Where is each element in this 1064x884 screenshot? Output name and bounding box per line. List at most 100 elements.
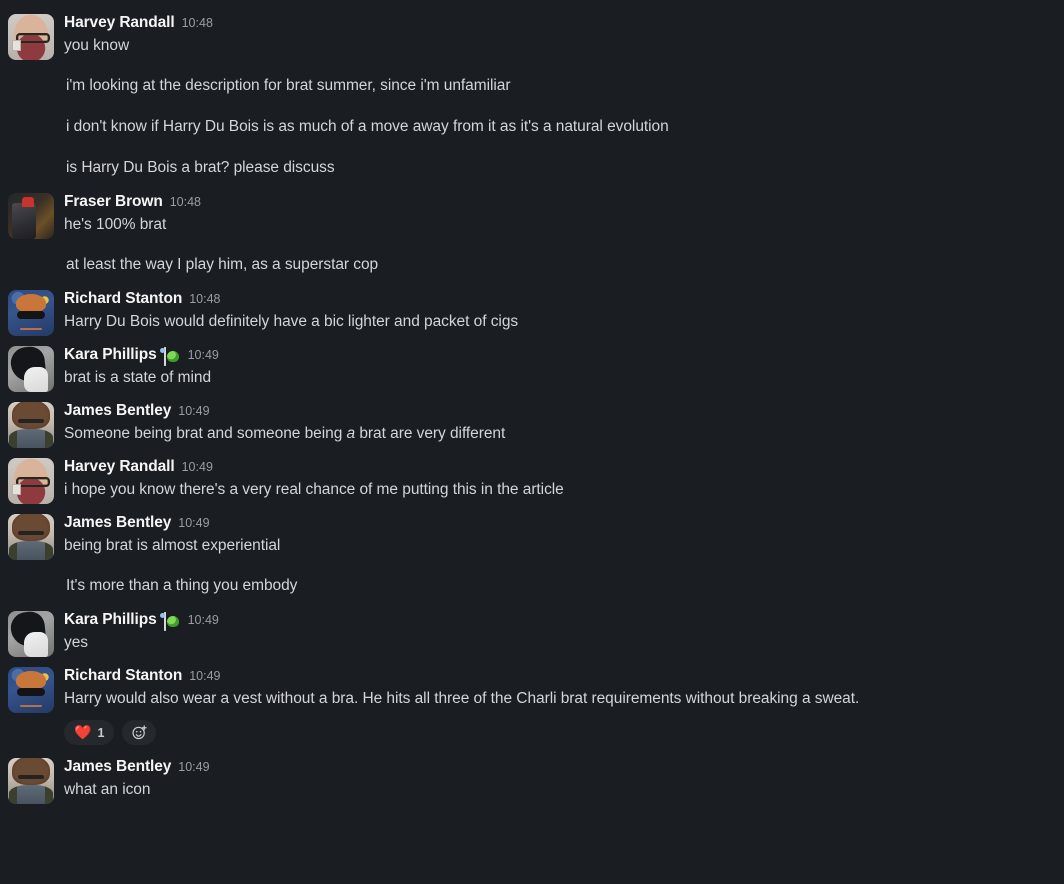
message-header: James Bentley 10:49 bbox=[64, 512, 1048, 534]
richard-stanton-avatar[interactable] bbox=[8, 667, 54, 713]
message-header: Harvey Randall 10:48 bbox=[64, 12, 1048, 34]
message-header: James Bentley 10:49 bbox=[64, 400, 1048, 422]
message-header: Richard Stanton 10:49 bbox=[64, 665, 1048, 687]
message-body: Kara Phillips 10:49 yes bbox=[64, 609, 1064, 660]
heart-icon: ❤️ bbox=[74, 723, 92, 740]
message-group: James Bentley 10:49 being brat is almost e… bbox=[0, 507, 1064, 563]
message-author[interactable]: Harvey Randall bbox=[64, 12, 175, 34]
message-author[interactable]: James Bentley bbox=[64, 756, 171, 778]
message-text: yes bbox=[64, 634, 88, 651]
message-text: Harry would also wear a vest without a b… bbox=[64, 690, 860, 707]
message-body: Kara Phillips 10:49 brat is a state of min… bbox=[64, 344, 1064, 395]
avatar-column bbox=[0, 12, 64, 60]
message-body: James Bentley 10:49 being brat is almost e… bbox=[64, 512, 1064, 563]
message-body: Harvey Randall 10:48 you know bbox=[64, 12, 1064, 63]
message-body: James Bentley 10:49 what an icon bbox=[64, 756, 1064, 807]
message-text: is Harry Du Bois a brat? please discuss bbox=[66, 159, 335, 176]
avatar-spacer bbox=[0, 568, 64, 570]
kara-phillips-avatar[interactable] bbox=[8, 346, 54, 392]
message-header: Fraser Brown 10:48 bbox=[64, 191, 1048, 213]
message-timestamp[interactable]: 10:48 bbox=[170, 191, 201, 213]
message-group: Fraser Brown 10:48 he's 100% brat bbox=[0, 186, 1064, 242]
reaction-bar: ❤️ 1 bbox=[64, 716, 1048, 751]
message-group: Harvey Randall 10:48 you know bbox=[0, 7, 1064, 63]
message-author[interactable]: Kara Phillips bbox=[64, 344, 157, 366]
message-header: Kara Phillips 10:49 bbox=[64, 609, 1048, 631]
message-body: Fraser Brown 10:48 he's 100% brat bbox=[64, 191, 1064, 242]
message-text: It's more than a thing you embody bbox=[66, 577, 298, 594]
avatar-column bbox=[0, 288, 64, 336]
status-emoji-glyph bbox=[163, 612, 166, 631]
message-header: James Bentley 10:49 bbox=[64, 756, 1048, 778]
message-author[interactable]: James Bentley bbox=[64, 400, 171, 422]
message-header: Harvey Randall 10:49 bbox=[64, 456, 1048, 478]
green-creature-status-emoji[interactable] bbox=[163, 611, 181, 631]
green-creature-status-emoji[interactable] bbox=[163, 346, 181, 366]
message-body: is Harry Du Bois a brat? please discuss bbox=[64, 150, 1064, 186]
message-author[interactable]: Harvey Randall bbox=[64, 456, 175, 478]
kara-phillips-avatar[interactable] bbox=[8, 611, 54, 657]
james-bentley-avatar[interactable] bbox=[8, 514, 54, 560]
message-timestamp[interactable]: 10:49 bbox=[178, 400, 209, 422]
message-text: brat is a state of mind bbox=[64, 369, 212, 386]
message-group: Kara Phillips 10:49 brat is a state of min… bbox=[0, 339, 1064, 395]
message-author[interactable]: Kara Phillips bbox=[64, 609, 157, 631]
message-continuation: i don't know if Harry Du Bois is as much… bbox=[0, 104, 1064, 145]
message-body: Richard Stanton 10:48 Harry Du Bois would … bbox=[64, 288, 1064, 339]
message-text: i hope you know there's a very real chan… bbox=[64, 481, 564, 498]
glasses-detail bbox=[18, 774, 44, 780]
message-body: Harvey Randall 10:49 i hope you know there… bbox=[64, 456, 1064, 507]
avatar-column bbox=[0, 756, 64, 804]
status-emoji-glyph bbox=[163, 347, 166, 366]
message-group: Richard Stanton 10:49 Harry would also wea… bbox=[0, 660, 1064, 751]
message-text: at least the way I play him, as a supers… bbox=[66, 256, 379, 273]
avatar-spacer bbox=[0, 68, 64, 70]
message-group: James Bentley 10:49 what an icon bbox=[0, 751, 1064, 807]
message-body: James Bentley 10:49 Someone being brat and… bbox=[64, 400, 1064, 451]
message-continuation: It's more than a thing you embody bbox=[0, 563, 1064, 604]
glasses-detail bbox=[18, 530, 44, 536]
message-group: Harvey Randall 10:49 i hope you know there… bbox=[0, 451, 1064, 507]
message-timestamp[interactable]: 10:49 bbox=[188, 344, 219, 366]
message-body: It's more than a thing you embody bbox=[64, 568, 1064, 604]
heart-reaction[interactable]: ❤️ 1 bbox=[64, 720, 115, 745]
harvey-randall-avatar[interactable] bbox=[8, 14, 54, 60]
message-list: Harvey Randall 10:48 you know i'm looking a… bbox=[0, 7, 1064, 884]
message-text: i don't know if Harry Du Bois is as much… bbox=[66, 118, 669, 135]
message-timestamp[interactable]: 10:48 bbox=[182, 12, 213, 34]
message-continuation: is Harry Du Bois a brat? please discuss bbox=[0, 145, 1064, 186]
message-timestamp[interactable]: 10:49 bbox=[178, 756, 209, 778]
message-author[interactable]: Richard Stanton bbox=[64, 288, 182, 310]
richard-stanton-avatar[interactable] bbox=[8, 290, 54, 336]
message-timestamp[interactable]: 10:49 bbox=[182, 456, 213, 478]
avatar-column bbox=[0, 456, 64, 504]
message-text: he's 100% brat bbox=[64, 216, 167, 233]
message-text: being brat is almost experiential bbox=[64, 537, 281, 554]
message-body: Richard Stanton 10:49 Harry would also wea… bbox=[64, 665, 1064, 751]
message-continuation: at least the way I play him, as a supers… bbox=[0, 242, 1064, 283]
message-text: Someone being brat and someone being a b… bbox=[64, 425, 506, 442]
message-group: Kara Phillips 10:49 yes bbox=[0, 604, 1064, 660]
avatar-spacer bbox=[0, 109, 64, 111]
add-reaction-icon[interactable] bbox=[122, 720, 157, 745]
message-timestamp[interactable]: 10:49 bbox=[178, 512, 209, 534]
message-group: Richard Stanton 10:48 Harry Du Bois would … bbox=[0, 283, 1064, 339]
avatar-column bbox=[0, 512, 64, 560]
message-text: you know bbox=[64, 37, 130, 54]
reaction-count: 1 bbox=[97, 725, 105, 740]
message-body: at least the way I play him, as a supers… bbox=[64, 247, 1064, 283]
avatar-column bbox=[0, 665, 64, 713]
message-author[interactable]: James Bentley bbox=[64, 512, 171, 534]
message-timestamp[interactable]: 10:48 bbox=[189, 288, 220, 310]
fraser-brown-avatar[interactable] bbox=[8, 193, 54, 239]
message-author[interactable]: Fraser Brown bbox=[64, 191, 163, 213]
james-bentley-avatar[interactable] bbox=[8, 402, 54, 448]
message-group: James Bentley 10:49 Someone being brat and… bbox=[0, 395, 1064, 451]
message-timestamp[interactable]: 10:49 bbox=[189, 665, 220, 687]
avatar-column bbox=[0, 400, 64, 448]
james-bentley-avatar[interactable] bbox=[8, 758, 54, 804]
message-author[interactable]: Richard Stanton bbox=[64, 665, 182, 687]
message-timestamp[interactable]: 10:49 bbox=[188, 609, 219, 631]
avatar-column bbox=[0, 344, 64, 392]
harvey-randall-avatar[interactable] bbox=[8, 458, 54, 504]
